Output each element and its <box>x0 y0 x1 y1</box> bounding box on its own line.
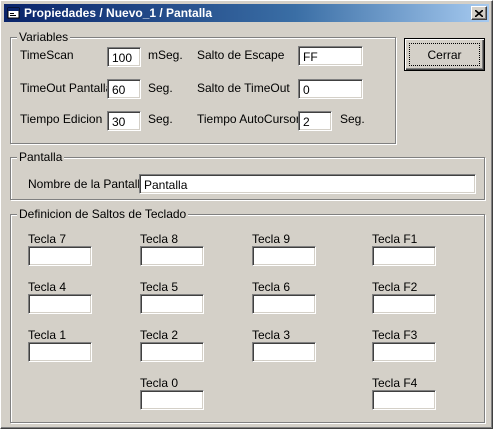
app-window-icon <box>7 6 21 20</box>
key-label: Tecla 1 <box>28 328 67 342</box>
edicion-label: Tiempo Edicion <box>20 112 103 126</box>
key-input[interactable] <box>140 294 204 314</box>
saltos-legend: Definicion de Saltos de Teclado <box>17 207 189 221</box>
timeout-unit: Seg. <box>148 81 173 95</box>
key-input[interactable] <box>252 294 316 314</box>
autocursor-input[interactable]: 2 <box>298 111 332 131</box>
key-label: Tecla 3 <box>252 328 291 342</box>
key-input[interactable] <box>252 342 316 362</box>
autocursor-unit: Seg. <box>340 112 365 126</box>
key-label: Tecla 7 <box>28 232 67 246</box>
screen-name-input[interactable]: Pantalla <box>139 174 476 194</box>
key-label: Tecla 6 <box>252 280 291 294</box>
salto-timeout-label: Salto de TimeOut <box>197 81 290 95</box>
key-label: Tecla 5 <box>140 280 179 294</box>
salto-timeout-input[interactable]: 0 <box>298 79 363 99</box>
timeout-input[interactable]: 60 <box>107 79 141 99</box>
key-label: Tecla 9 <box>252 232 291 246</box>
close-x-icon <box>474 6 484 20</box>
focus-rectangle <box>409 43 480 66</box>
key-input[interactable] <box>252 246 316 266</box>
key-label: Tecla F3 <box>372 328 418 342</box>
key-label: Tecla F2 <box>372 280 418 294</box>
timescan-input[interactable]: 100 <box>107 47 141 67</box>
key-label: Tecla 4 <box>28 280 67 294</box>
title-close-button[interactable] <box>471 6 487 20</box>
key-input[interactable] <box>140 390 204 410</box>
key-input[interactable] <box>372 294 436 314</box>
key-label: Tecla F4 <box>372 376 418 390</box>
key-input[interactable] <box>28 294 92 314</box>
variables-legend: Variables <box>17 30 71 44</box>
key-input[interactable] <box>28 246 92 266</box>
key-label: Tecla F1 <box>372 232 418 246</box>
close-button[interactable]: Cerrar <box>404 38 485 71</box>
key-label: Tecla 0 <box>140 376 179 390</box>
window-title: Propiedades / Nuevo_1 / Pantalla <box>24 6 213 20</box>
edicion-input[interactable]: 30 <box>107 111 141 131</box>
timescan-label: TimeScan <box>20 48 74 62</box>
key-input[interactable] <box>140 342 204 362</box>
timescan-unit: mSeg. <box>148 48 183 62</box>
autocursor-label: Tiempo AutoCursor <box>197 112 300 126</box>
screen-name-label: Nombre de la Pantalla: <box>28 177 151 191</box>
key-input[interactable] <box>140 246 204 266</box>
title-bar[interactable]: Propiedades / Nuevo_1 / Pantalla <box>4 4 489 22</box>
pantalla-legend: Pantalla <box>17 150 65 164</box>
key-input[interactable] <box>372 390 436 410</box>
key-label: Tecla 8 <box>140 232 179 246</box>
edicion-unit: Seg. <box>148 112 173 126</box>
key-input[interactable] <box>372 342 436 362</box>
key-input[interactable] <box>28 342 92 362</box>
salto-escape-label: Salto de Escape <box>197 48 285 62</box>
properties-window: Propiedades / Nuevo_1 / Pantalla Variabl… <box>0 0 493 429</box>
key-input[interactable] <box>372 246 436 266</box>
key-label: Tecla 2 <box>140 328 179 342</box>
timeout-label: TimeOut Pantalla <box>20 81 113 95</box>
salto-escape-input[interactable]: FF <box>298 46 363 66</box>
